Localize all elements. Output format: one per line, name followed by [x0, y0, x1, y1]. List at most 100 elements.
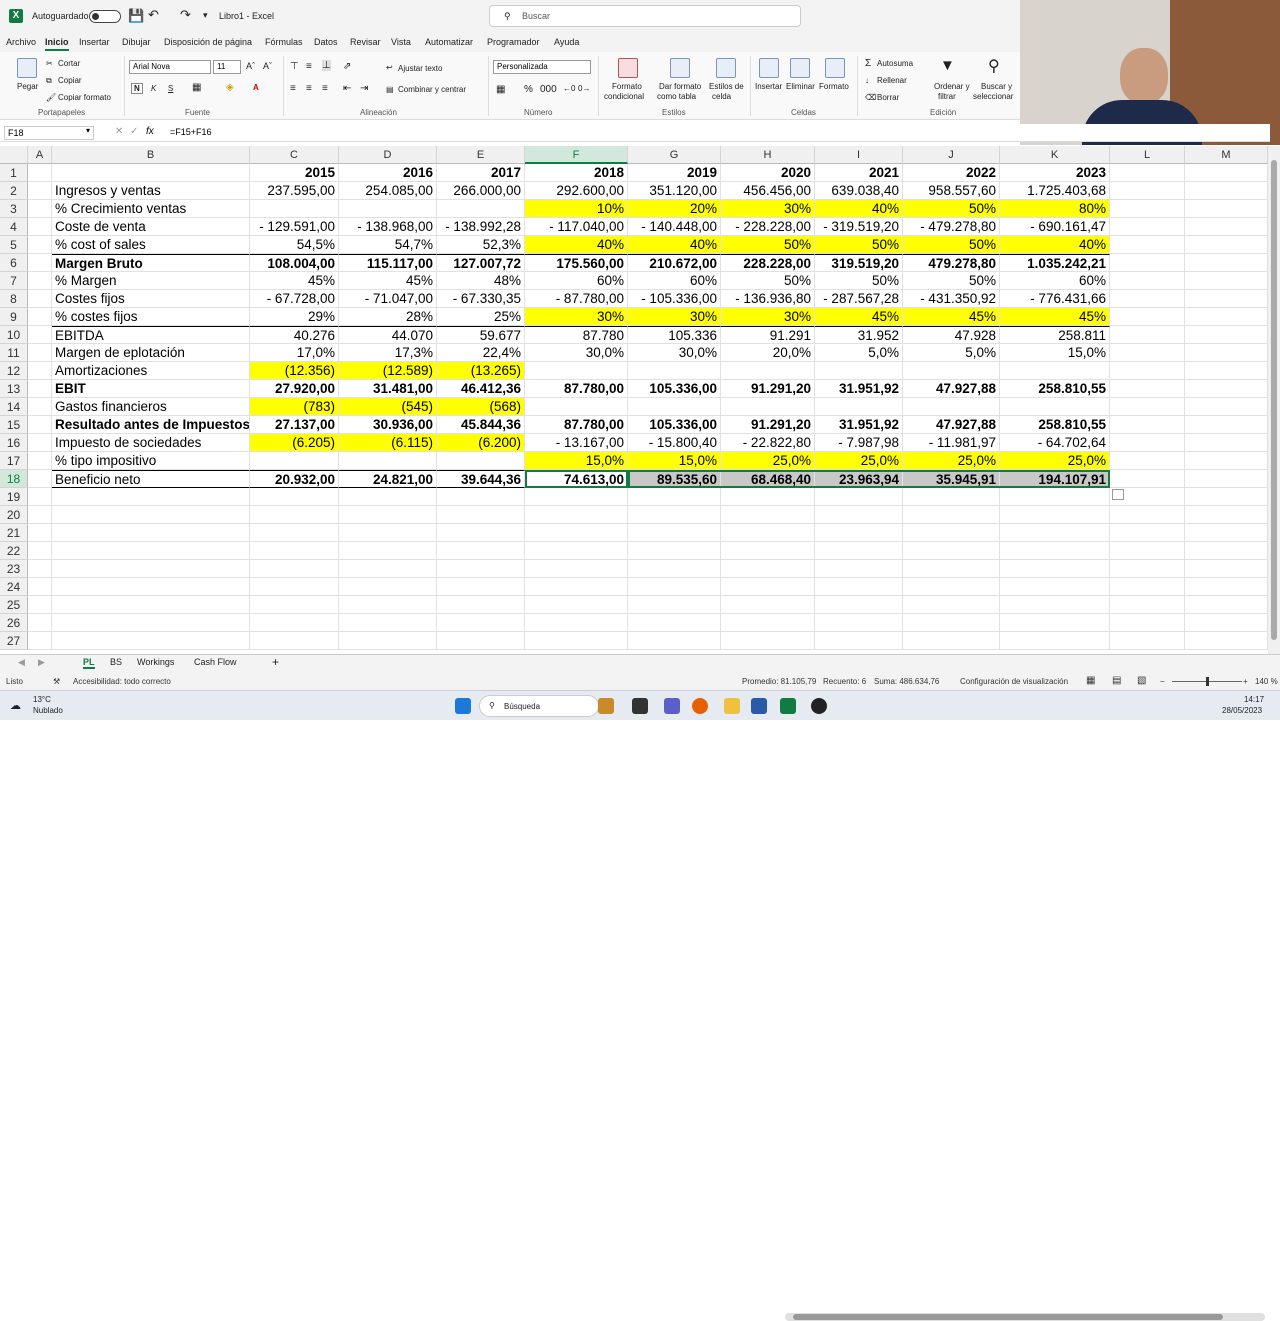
value-cell[interactable]: 27.920,00	[250, 380, 339, 398]
grid-cell[interactable]	[628, 560, 721, 578]
row-label-cell[interactable]: % Margen	[52, 272, 250, 290]
grid-cell[interactable]	[250, 578, 339, 596]
grid-cell[interactable]	[1110, 272, 1185, 290]
grid-cell[interactable]	[339, 542, 437, 560]
grid-cell[interactable]	[1110, 434, 1185, 452]
clock-time[interactable]: 14:17	[1244, 695, 1264, 704]
grid-cell[interactable]	[1110, 452, 1185, 470]
grid-cell[interactable]	[1185, 290, 1268, 308]
column-header-c[interactable]: C	[250, 146, 339, 164]
grid-cell[interactable]	[437, 542, 525, 560]
grid-cell[interactable]	[28, 362, 52, 380]
grid-cell[interactable]	[1110, 290, 1185, 308]
grid-cell[interactable]	[28, 326, 52, 344]
orientation-icon[interactable]: ⇗	[343, 61, 351, 72]
grid-cell[interactable]	[1185, 416, 1268, 434]
format-painter-button[interactable]: Copiar formato	[58, 93, 111, 102]
value-cell[interactable]: 50%	[815, 272, 903, 290]
grid-cell[interactable]	[721, 542, 815, 560]
indent-decrease-icon[interactable]: ⇤	[343, 83, 351, 94]
column-header-j[interactable]: J	[903, 146, 1000, 164]
row-label-cell[interactable]: Beneficio neto	[52, 470, 250, 488]
value-cell[interactable]: 1.035.242,21	[1000, 254, 1110, 272]
grid-cell[interactable]	[628, 614, 721, 632]
value-cell[interactable]: 40%	[525, 236, 628, 254]
row-label-cell[interactable]: % costes fijos	[52, 308, 250, 326]
sheet-tab-bs[interactable]: BS	[110, 657, 122, 667]
format-as-table-label-2[interactable]: como tabla	[657, 92, 696, 101]
row-label-cell[interactable]: Impuesto de sociedades	[52, 434, 250, 452]
fill-color-icon[interactable]: ◈	[226, 82, 234, 93]
row-header-16[interactable]: 16	[0, 434, 28, 452]
row-header-13[interactable]: 13	[0, 380, 28, 398]
grid-cell[interactable]	[903, 578, 1000, 596]
value-cell[interactable]: (12.356)	[250, 362, 339, 380]
year-header-cell[interactable]: 2019	[628, 164, 721, 182]
row-label-cell[interactable]: Margen Bruto	[52, 254, 250, 272]
value-cell[interactable]: 40%	[628, 236, 721, 254]
customize-qat-icon[interactable]: ▾	[203, 10, 208, 21]
column-header-e[interactable]: E	[437, 146, 525, 164]
column-header-g[interactable]: G	[628, 146, 721, 164]
value-cell[interactable]: 20,0%	[721, 344, 815, 362]
grid-cell[interactable]	[525, 596, 628, 614]
paste-icon[interactable]	[17, 58, 37, 78]
value-cell[interactable]: 45%	[815, 308, 903, 326]
grid-cell[interactable]	[437, 488, 525, 506]
weather-icon[interactable]: ☁	[10, 699, 21, 712]
value-cell[interactable]: 30%	[628, 308, 721, 326]
row-header-3[interactable]: 3	[0, 200, 28, 218]
value-cell[interactable]: 15,0%	[525, 452, 628, 470]
value-cell[interactable]: 210.672,00	[628, 254, 721, 272]
grid-cell[interactable]	[339, 488, 437, 506]
grid-cell[interactable]	[903, 596, 1000, 614]
grid-cell[interactable]	[28, 542, 52, 560]
grid-cell[interactable]	[28, 290, 52, 308]
undo-icon[interactable]: ↶	[148, 7, 159, 23]
grid-cell[interactable]	[628, 632, 721, 650]
grid-cell[interactable]	[1185, 236, 1268, 254]
grid-cell[interactable]	[815, 560, 903, 578]
value-cell[interactable]: - 479.278,80	[903, 218, 1000, 236]
grid-cell[interactable]	[525, 506, 628, 524]
value-cell[interactable]: (6.115)	[339, 434, 437, 452]
tab-dibujar[interactable]: Dibujar	[122, 37, 151, 47]
grid-cell[interactable]	[1000, 542, 1110, 560]
grid-cell[interactable]	[1110, 470, 1185, 488]
zoom-in-icon[interactable]: +	[1243, 677, 1248, 686]
year-header-cell[interactable]: 2020	[721, 164, 815, 182]
value-cell[interactable]: 22,4%	[437, 344, 525, 362]
task-view-icon[interactable]	[632, 698, 648, 714]
year-header-cell[interactable]: 2017	[437, 164, 525, 182]
fill-icon[interactable]: ↓	[865, 76, 869, 85]
value-cell[interactable]: 31.951,92	[815, 416, 903, 434]
grid-cell[interactable]	[28, 632, 52, 650]
row-header-7[interactable]: 7	[0, 272, 28, 290]
grid-cell[interactable]	[1110, 326, 1185, 344]
value-cell[interactable]	[628, 398, 721, 416]
grid-cell[interactable]	[1185, 362, 1268, 380]
row-header-17[interactable]: 17	[0, 452, 28, 470]
grid-cell[interactable]	[52, 596, 250, 614]
grid-cell[interactable]	[250, 614, 339, 632]
delete-cells-button[interactable]: Eliminar	[786, 82, 815, 91]
fill-button[interactable]: Rellenar	[877, 76, 907, 85]
conditional-format-label-1[interactable]: Formato	[612, 82, 642, 91]
value-cell[interactable]	[437, 452, 525, 470]
value-cell[interactable]: - 87.780,00	[525, 290, 628, 308]
accessibility-icon[interactable]: ⚒	[53, 677, 60, 686]
find-select-label-2[interactable]: seleccionar	[973, 92, 1013, 101]
sheet-tab-workings[interactable]: Workings	[137, 657, 174, 667]
underline-icon[interactable]: S	[168, 84, 173, 93]
value-cell[interactable]: 30.936,00	[339, 416, 437, 434]
grid-cell[interactable]	[250, 506, 339, 524]
value-cell[interactable]: 25,0%	[815, 452, 903, 470]
value-cell[interactable]: 31.952	[815, 326, 903, 344]
grid-cell[interactable]	[1110, 218, 1185, 236]
increase-decimal-icon[interactable]: ←0	[563, 84, 575, 93]
row-header-2[interactable]: 2	[0, 182, 28, 200]
grid-cell[interactable]	[628, 506, 721, 524]
year-header-cell[interactable]: 2018	[525, 164, 628, 182]
format-painter-icon[interactable]: 🖌	[46, 93, 56, 102]
value-cell[interactable]: 17,3%	[339, 344, 437, 362]
